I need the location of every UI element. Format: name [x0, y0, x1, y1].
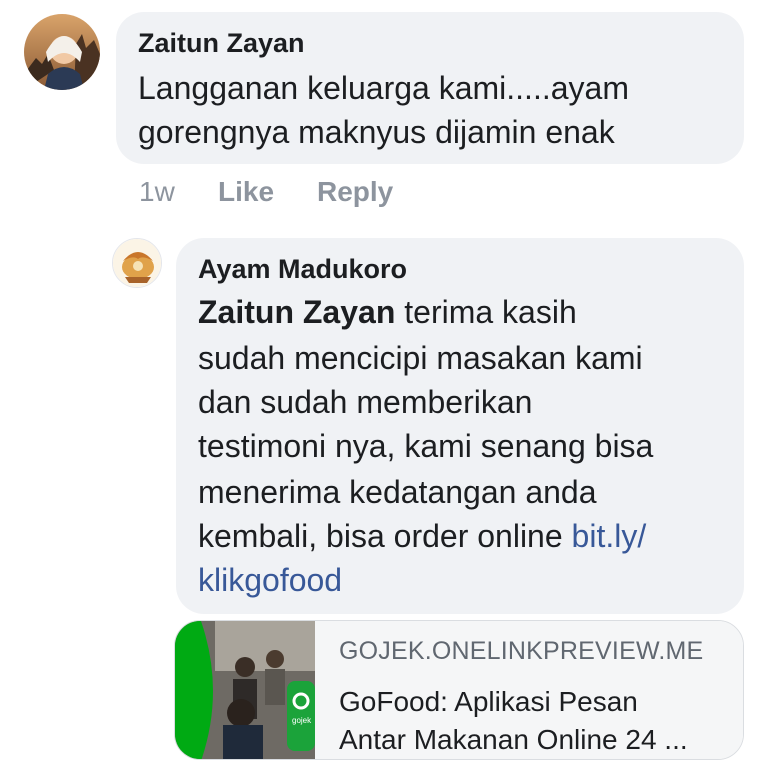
reply-button[interactable]: Reply	[317, 176, 393, 208]
link-preview-thumbnail[interactable]: gojek	[175, 621, 315, 759]
link-preview-title[interactable]: GoFood: Aplikasi Pesan Antar Makanan Onl…	[339, 683, 729, 759]
reply-text-line-5: menerima kedatangan anda	[198, 474, 597, 510]
comment-timestamp[interactable]: 1w	[139, 176, 175, 208]
commenter-avatar[interactable]	[24, 14, 100, 90]
mention-tag[interactable]: Zaitun Zayan	[198, 294, 395, 330]
user-avatar-icon	[24, 14, 100, 90]
reply-text-line-4: testimoni nya, kami senang bisa	[198, 428, 654, 464]
comment-text-line-2: gorengnya maknyus dijamin enak	[138, 114, 615, 150]
link-preview-card[interactable]: gojek GOJEK.ONELINKPREVIEW.ME GoFood: Ap…	[174, 620, 744, 760]
comment-bubble: Zaitun Zayan Langganan keluarga kami....…	[116, 12, 744, 164]
reply-author[interactable]: Ayam Madukoro	[198, 254, 407, 285]
reply-text-line-1-rest: terima kasih	[395, 294, 577, 330]
reply-text-line-2: sudah mencicipi masakan kami	[198, 340, 643, 376]
link-preview-title-line-2: Antar Makanan Online 24 ...	[339, 724, 688, 755]
thumbnail-brand-text: gojek	[292, 716, 312, 725]
reply-text-line-6-text: kembali, bisa order online	[198, 518, 572, 554]
like-button[interactable]: Like	[218, 176, 274, 208]
reply-text-line-1: Zaitun Zayan terima kasih	[198, 294, 577, 331]
comment-text-line-1: Langganan keluarga kami.....ayam	[138, 70, 629, 106]
order-link-part-1[interactable]: bit.ly/	[572, 518, 647, 554]
page-avatar-icon	[113, 239, 161, 287]
link-preview-title-line-1: GoFood: Aplikasi Pesan	[339, 686, 638, 717]
reply-bubble: Ayam Madukoro Zaitun Zayan terima kasih …	[176, 238, 744, 614]
link-preview-body: GOJEK.ONELINKPREVIEW.ME GoFood: Aplikasi…	[315, 621, 743, 759]
comment-author[interactable]: Zaitun Zayan	[138, 28, 305, 59]
link-preview-domain: GOJEK.ONELINKPREVIEW.ME	[339, 637, 704, 665]
crowd-photo-icon: gojek	[175, 621, 315, 759]
reply-text-line-6: kembali, bisa order online bit.ly/	[198, 518, 646, 555]
reply-author-avatar[interactable]	[112, 238, 162, 288]
reply-text-line-3: dan sudah memberikan	[198, 384, 533, 420]
order-link-part-2[interactable]: klikgofood	[198, 562, 342, 599]
